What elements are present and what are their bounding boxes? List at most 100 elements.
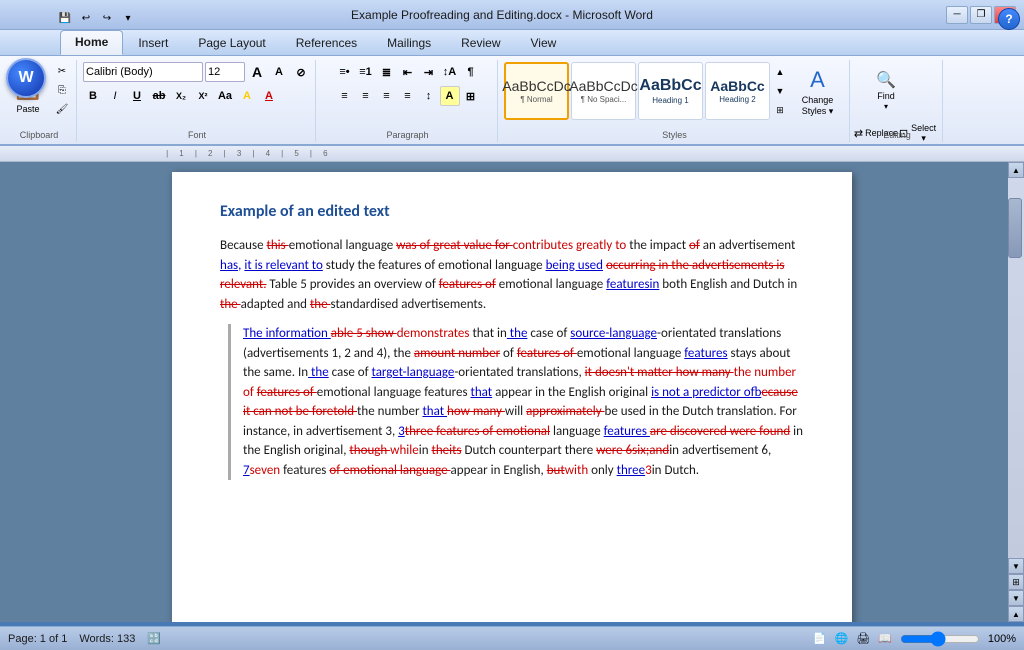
align-center-button[interactable]: ≡	[356, 86, 376, 106]
view-print-icon[interactable]: 🖨	[856, 632, 870, 645]
line-spacing-button[interactable]: ↕	[419, 86, 439, 106]
prev-page-button[interactable]: ▲	[1008, 606, 1024, 622]
align-left-button[interactable]: ≡	[335, 86, 355, 106]
status-left: Page: 1 of 1 Words: 133 🔡	[8, 632, 161, 645]
p1-s17: features of	[439, 277, 496, 292]
p2-s6: case of	[527, 326, 570, 341]
restore-button[interactable]: ❐	[970, 6, 992, 24]
p2-s56: in Dutch.	[652, 463, 699, 478]
font-size-input[interactable]	[205, 62, 245, 82]
font-name-row: A A ⊘	[83, 62, 311, 82]
find-button[interactable]: 🔍 Find ▾	[856, 62, 916, 118]
ribbon-tabs: Home Insert Page Layout References Maili…	[0, 30, 1024, 56]
style-down-button[interactable]: ▼	[772, 82, 788, 100]
p2-s11: features of	[517, 346, 577, 361]
tab-insert[interactable]: Insert	[123, 31, 183, 55]
undo-qat-button[interactable]: ↩	[77, 10, 95, 26]
tab-page-layout[interactable]: Page Layout	[183, 31, 280, 55]
increase-indent-button[interactable]: ⇥	[419, 62, 439, 82]
shading-button[interactable]: A	[440, 86, 460, 106]
text-highlight-button[interactable]: A	[237, 86, 257, 106]
vertical-scrollbar[interactable]: ▲ ▼ ⊞ ▼ ▲	[1008, 162, 1024, 622]
strikethrough-button[interactable]: ab	[149, 86, 169, 106]
paragraph-group: ≡• ≡1 ≣ ⇤ ⇥ ↕A ¶ ≡ ≡ ≡ ≡ ↕ A ⊞ Paragraph	[318, 60, 498, 142]
redo-qat-button[interactable]: ↪	[98, 10, 116, 26]
decrease-indent-button[interactable]: ⇤	[398, 62, 418, 82]
list-row: ≡• ≡1 ≣ ⇤ ⇥ ↕A ¶	[335, 62, 481, 82]
p2-s47: seven	[250, 463, 281, 478]
numbering-button[interactable]: ≡1	[356, 62, 376, 82]
superscript-button[interactable]: X²	[193, 86, 213, 106]
subscript-button[interactable]: X₂	[171, 86, 191, 106]
cut-button[interactable]: ✂	[52, 62, 72, 80]
view-reading-icon[interactable]: 📖	[878, 632, 892, 645]
scroll-up-button[interactable]: ▲	[1008, 162, 1024, 178]
style-nav: ▲ ▼ ⊞	[772, 63, 788, 119]
bullets-button[interactable]: ≡•	[335, 62, 355, 82]
align-right-button[interactable]: ≡	[377, 86, 397, 106]
p1-s21: the	[220, 297, 241, 312]
change-styles-icon: A	[810, 67, 825, 93]
style-expand-button[interactable]: ⊞	[772, 101, 788, 119]
save-qat-button[interactable]: 💾	[56, 10, 74, 26]
change-case-button[interactable]: Aa	[215, 86, 235, 106]
clear-format-button[interactable]: ⊘	[291, 62, 311, 82]
scrollbar-thumb[interactable]	[1008, 198, 1022, 258]
tab-review[interactable]: Review	[446, 31, 515, 55]
help-button[interactable]: ?	[998, 8, 1020, 30]
change-styles-button[interactable]: A ChangeStyles ▾	[790, 62, 845, 122]
scroll-options-button[interactable]: ⊞	[1008, 574, 1024, 590]
p2-s19: it doesn't matter how many	[585, 365, 734, 380]
p2-s23: that	[470, 385, 492, 400]
align-row: ≡ ≡ ≡ ≡ ↕ A ⊞	[335, 86, 481, 106]
borders-button[interactable]: ⊞	[461, 86, 481, 106]
p2-s30: will	[505, 404, 526, 419]
underline-button[interactable]: U	[127, 86, 147, 106]
style-normal-preview: AaBbCcDc	[502, 79, 570, 93]
sort-button[interactable]: ↕A	[440, 62, 460, 82]
style-up-button[interactable]: ▲	[772, 63, 788, 81]
style-heading1[interactable]: AaBbCc Heading 1	[638, 62, 703, 120]
status-right: 📄 🌐 🖨 📖 100%	[813, 631, 1016, 647]
p1-s4: was of great value for	[396, 238, 513, 253]
style-no-spacing[interactable]: AaBbCcDc ¶ No Spaci...	[571, 62, 636, 120]
p2-s35: language	[550, 424, 604, 439]
qat-dropdown-button[interactable]: ▾	[119, 10, 137, 26]
zoom-slider[interactable]	[900, 631, 980, 647]
style-boxes: AaBbCcDc ¶ Normal AaBbCcDc ¶ No Spaci...…	[504, 62, 788, 120]
view-web-icon[interactable]: 🌐	[834, 632, 848, 645]
next-page-button[interactable]: ▼	[1008, 590, 1024, 606]
scroll-down-button[interactable]: ▼	[1008, 558, 1024, 574]
style-heading2[interactable]: AaBbCc Heading 2	[705, 62, 770, 120]
justify-button[interactable]: ≡	[398, 86, 418, 106]
title-bar: 💾 ↩ ↪ ▾ Example Proofreading and Editing…	[0, 0, 1024, 30]
font-grow-button[interactable]: A	[247, 62, 267, 82]
minimize-button[interactable]: ─	[946, 6, 968, 24]
p2-s7: source-language	[570, 326, 657, 341]
bold-button[interactable]: B	[83, 86, 103, 106]
italic-button[interactable]: I	[105, 86, 125, 106]
quick-access-toolbar: 💾 ↩ ↪ ▾	[56, 10, 137, 26]
p1-s16: Table 5 provides an overview of	[266, 277, 438, 292]
show-formatting-button[interactable]: ¶	[461, 62, 481, 82]
p2-s39: though	[349, 443, 390, 458]
tab-home[interactable]: Home	[60, 30, 123, 55]
office-orb-button[interactable]: W	[6, 58, 46, 98]
multilevel-button[interactable]: ≣	[377, 62, 397, 82]
copy-button[interactable]: ⎘	[52, 81, 72, 99]
style-normal[interactable]: AaBbCcDc ¶ Normal	[504, 62, 569, 120]
tab-mailings[interactable]: Mailings	[372, 31, 446, 55]
tab-references[interactable]: References	[281, 31, 372, 55]
find-label: Find	[877, 91, 895, 101]
word-count: Words: 133	[79, 633, 135, 645]
view-normal-icon[interactable]: 📄	[813, 632, 827, 645]
p2-s3: demonstrates	[397, 326, 470, 341]
format-painter-button[interactable]: 🖌	[52, 100, 72, 118]
tab-view[interactable]: View	[516, 31, 572, 55]
font-name-input[interactable]	[83, 62, 203, 82]
styles-label: Styles	[662, 130, 687, 140]
font-color-button[interactable]: A	[259, 86, 279, 106]
font-shrink-button[interactable]: A	[269, 62, 289, 82]
scrollbar-track[interactable]	[1008, 178, 1024, 558]
p2-s41: in	[419, 443, 432, 458]
